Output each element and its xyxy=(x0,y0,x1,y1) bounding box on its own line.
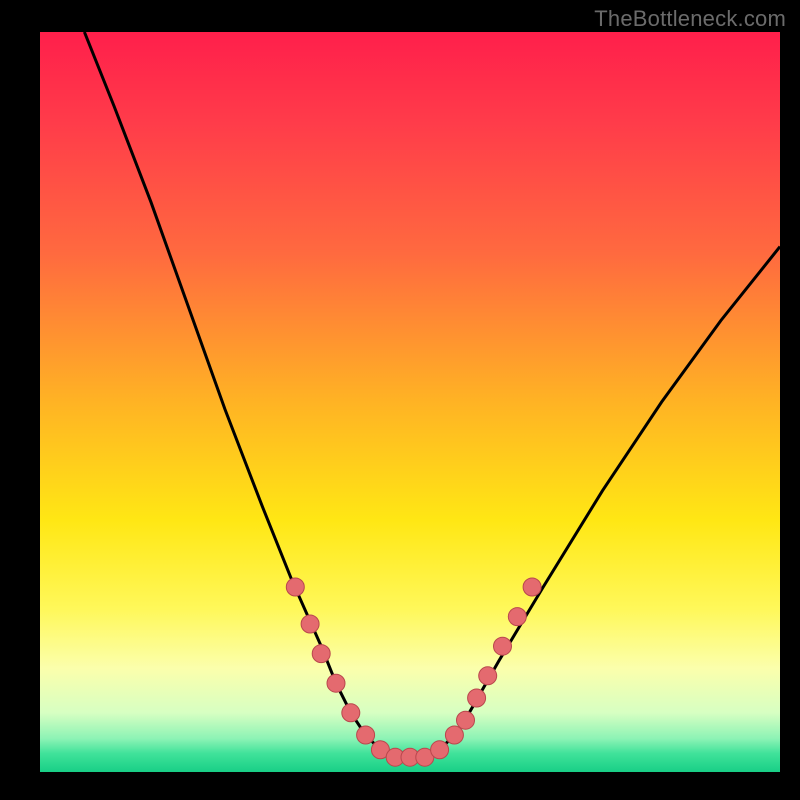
plot-area xyxy=(40,32,780,772)
data-marker xyxy=(327,674,345,692)
data-marker xyxy=(468,689,486,707)
watermark-text: TheBottleneck.com xyxy=(594,6,786,32)
marker-group xyxy=(286,578,541,766)
data-marker xyxy=(357,726,375,744)
data-marker xyxy=(479,667,497,685)
data-marker xyxy=(457,711,475,729)
data-marker xyxy=(494,637,512,655)
data-marker xyxy=(445,726,463,744)
chart-frame: TheBottleneck.com xyxy=(0,0,800,800)
bottleneck-curve xyxy=(84,32,780,757)
data-marker xyxy=(301,615,319,633)
data-marker xyxy=(342,704,360,722)
data-marker xyxy=(286,578,304,596)
data-marker xyxy=(312,645,330,663)
data-marker xyxy=(523,578,541,596)
data-marker xyxy=(431,741,449,759)
data-marker xyxy=(508,608,526,626)
curve-layer xyxy=(40,32,780,772)
